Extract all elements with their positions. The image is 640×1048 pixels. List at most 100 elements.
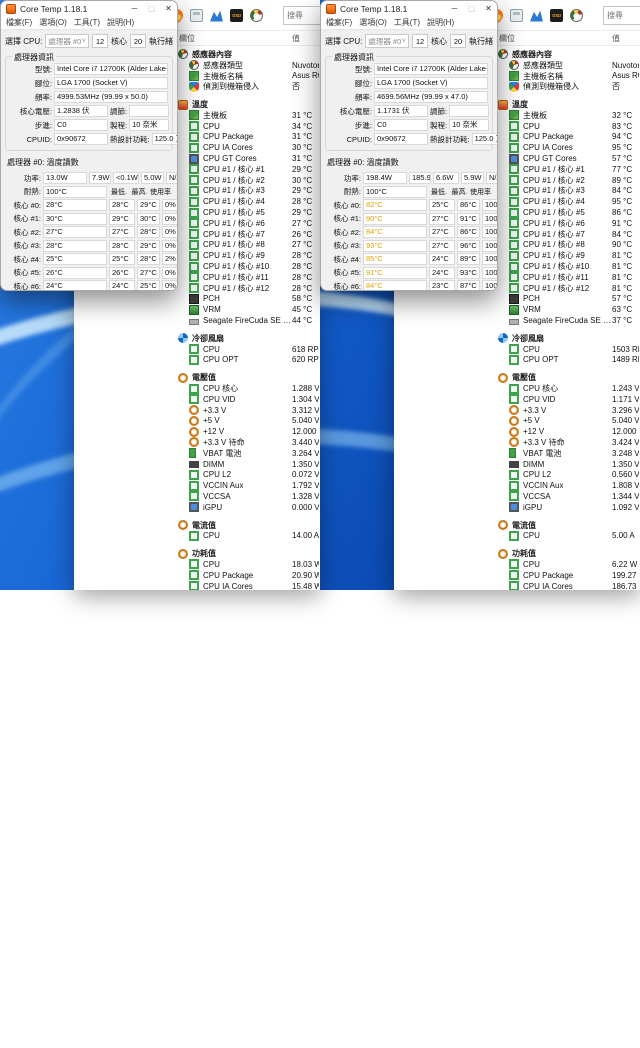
menu-item-file[interactable]: 檔案(F)	[6, 17, 32, 28]
sensor-row[interactable]: VCCSA1.328 V	[74, 491, 320, 502]
menu-item-file[interactable]: 檔案(F)	[326, 17, 352, 28]
chip-icon	[189, 132, 199, 142]
menu-item-help[interactable]: 說明(H)	[427, 17, 454, 28]
sensor-row[interactable]: VBAT 電池3.248 V	[394, 448, 640, 459]
sensor-section-row[interactable]: 功耗值	[394, 548, 640, 559]
sensor-row[interactable]: Seagate FireCuda SE SSD ZP...44 °C	[74, 315, 320, 326]
sensor-row[interactable]: CPU OPT1489 RPM	[394, 355, 640, 366]
chip-icon	[509, 197, 519, 207]
sensor-row[interactable]: +3.3 V 待命3.424 V	[394, 437, 640, 448]
minimize-button[interactable]: ─	[126, 1, 143, 16]
clipboard-icon[interactable]	[190, 9, 203, 22]
sensor-row[interactable]: CPU VID1.171 V	[394, 394, 640, 405]
sensor-row[interactable]: CPU618 RPM	[74, 344, 320, 355]
sensor-row[interactable]: PCH57 °C	[394, 294, 640, 305]
menu-item-options[interactable]: 選項(O)	[39, 17, 67, 28]
sensor-row[interactable]: +3.3 V 待命3.440 V	[74, 437, 320, 448]
sensor-section-row[interactable]: 電壓值	[394, 372, 640, 383]
sensor-value: 63 °C	[612, 305, 639, 314]
menu-item-tools[interactable]: 工具(T)	[74, 17, 100, 28]
sensor-row[interactable]: CPU18.03 W	[74, 559, 320, 570]
cpu-select-combo[interactable]: 處理器 #0 ˅	[365, 34, 409, 48]
sensor-label: CPU Package	[203, 571, 253, 580]
sensor-row[interactable]: CPU14.00 A	[74, 530, 320, 541]
sensor-row[interactable]: CPU VID1.304 V	[74, 394, 320, 405]
sensor-section-row[interactable]: 電壓值	[74, 372, 320, 383]
sensor-row[interactable]: CPU6.22 W	[394, 559, 640, 570]
core-load-value: 0%	[162, 199, 178, 211]
sensor-row[interactable]: CPU IA Cores186.73 W	[394, 581, 640, 590]
close-button[interactable]: ✕	[480, 1, 497, 16]
shield-icon	[509, 82, 519, 92]
sensor-row[interactable]: +5 V5.040 V	[394, 416, 640, 427]
sensor-row[interactable]: CPU Package199.27 W	[394, 570, 640, 581]
sensor-row[interactable]: CPU5.00 A	[394, 530, 640, 541]
sensor-value: 3.440 V	[292, 438, 319, 447]
volt-icon	[509, 437, 519, 447]
sensor-row[interactable]: +12 V12.000 V	[74, 426, 320, 437]
sensor-row[interactable]: DIMM1.350 V	[394, 459, 640, 470]
gauge-icon[interactable]	[250, 9, 263, 22]
osd-icon[interactable]: OSD	[230, 9, 243, 22]
cpu-select-combo[interactable]: 處理器 #0 ˅	[45, 34, 89, 48]
search-input[interactable]	[603, 6, 640, 25]
menu-item-options[interactable]: 選項(O)	[359, 17, 387, 28]
sensor-row[interactable]: DIMM1.350 V	[74, 459, 320, 470]
sensor-row[interactable]: VRM63 °C	[394, 304, 640, 315]
sensor-row[interactable]: CPU OPT620 RPM	[74, 355, 320, 366]
chart-icon[interactable]	[530, 9, 543, 22]
core-temp-row: 核心 #0:28°C28°C29°C0%	[1, 199, 177, 211]
menu-item-help[interactable]: 說明(H)	[107, 17, 134, 28]
sensor-row[interactable]: CPU 核心1.243 V	[394, 383, 640, 394]
sensor-row[interactable]: +5 V5.040 V	[74, 416, 320, 427]
sensor-row[interactable]: iGPU0.000 V	[74, 502, 320, 513]
sensor-row[interactable]: VCCIN Aux1.792 V	[74, 480, 320, 491]
power-value: 198.4W	[363, 172, 407, 184]
cpuid-label: CPUID:	[10, 135, 52, 144]
gauge-icon[interactable]	[570, 9, 583, 22]
osd-icon[interactable]: OSD	[550, 9, 563, 22]
volt-icon	[189, 405, 199, 415]
sensor-row[interactable]: +12 V12.000 V	[394, 426, 640, 437]
sensor-row[interactable]: +3.3 V3.312 V	[74, 405, 320, 416]
minimize-button[interactable]: ─	[446, 1, 463, 16]
sensor-value: 186.73 W	[612, 582, 639, 590]
core-load-value: 100%	[482, 213, 498, 225]
ssd-icon	[189, 319, 199, 325]
sensor-row[interactable]: PCH58 °C	[74, 294, 320, 305]
sensor-section-row[interactable]: 冷卻風扇	[74, 333, 320, 344]
maximize-button[interactable]: ▢	[463, 1, 480, 16]
tdp-label: 熱設計功耗:	[110, 134, 150, 145]
maximize-button[interactable]: ▢	[143, 1, 160, 16]
core-temp-table: 核心 #0:82°C25°C86°C100%核心 #1:90°C27°C91°C…	[321, 199, 497, 291]
sensor-row[interactable]: CPU 核心1.288 V	[74, 383, 320, 394]
sensor-value: 5.040 V	[612, 416, 639, 425]
sensor-row[interactable]: VBAT 電池3.264 V	[74, 448, 320, 459]
sensor-row[interactable]: iGPU1.092 V	[394, 502, 640, 513]
title-bar[interactable]: Core Temp 1.18.1 ─ ▢ ✕	[321, 1, 497, 16]
menu-item-tools[interactable]: 工具(T)	[394, 17, 420, 28]
sensor-row[interactable]: Seagate FireCuda SE SSD ZP...37 °C	[394, 315, 640, 326]
chart-icon[interactable]	[210, 9, 223, 22]
search-input[interactable]	[283, 6, 320, 25]
sensor-row[interactable]: CPU IA Cores15.48 W	[74, 581, 320, 590]
sensor-row[interactable]: CPU1503 RPM	[394, 344, 640, 355]
sensor-section-row[interactable]: 電流值	[74, 520, 320, 531]
sensor-row[interactable]: CPU Package20.90 W	[74, 570, 320, 581]
sensor-row[interactable]: VCCSA1.344 V	[394, 491, 640, 502]
chip-icon	[509, 570, 519, 580]
title-bar[interactable]: Core Temp 1.18.1 ─ ▢ ✕	[1, 1, 177, 16]
power-value: 5.9W	[461, 172, 484, 184]
sensor-row[interactable]: CPU L20.072 V	[74, 469, 320, 480]
clipboard-icon[interactable]	[510, 9, 523, 22]
chip-icon	[509, 491, 519, 501]
sensor-row[interactable]: +3.3 V3.296 V	[394, 405, 640, 416]
sensor-row[interactable]: VRM45 °C	[74, 304, 320, 315]
sensor-row[interactable]: CPU L20.560 V	[394, 469, 640, 480]
sensor-row[interactable]: VCCIN Aux1.808 V	[394, 480, 640, 491]
sensor-label: VCCIN Aux	[203, 481, 243, 490]
sensor-section-row[interactable]: 冷卻風扇	[394, 333, 640, 344]
close-button[interactable]: ✕	[160, 1, 177, 16]
sensor-section-row[interactable]: 電流值	[394, 520, 640, 531]
sensor-section-row[interactable]: 功耗值	[74, 548, 320, 559]
